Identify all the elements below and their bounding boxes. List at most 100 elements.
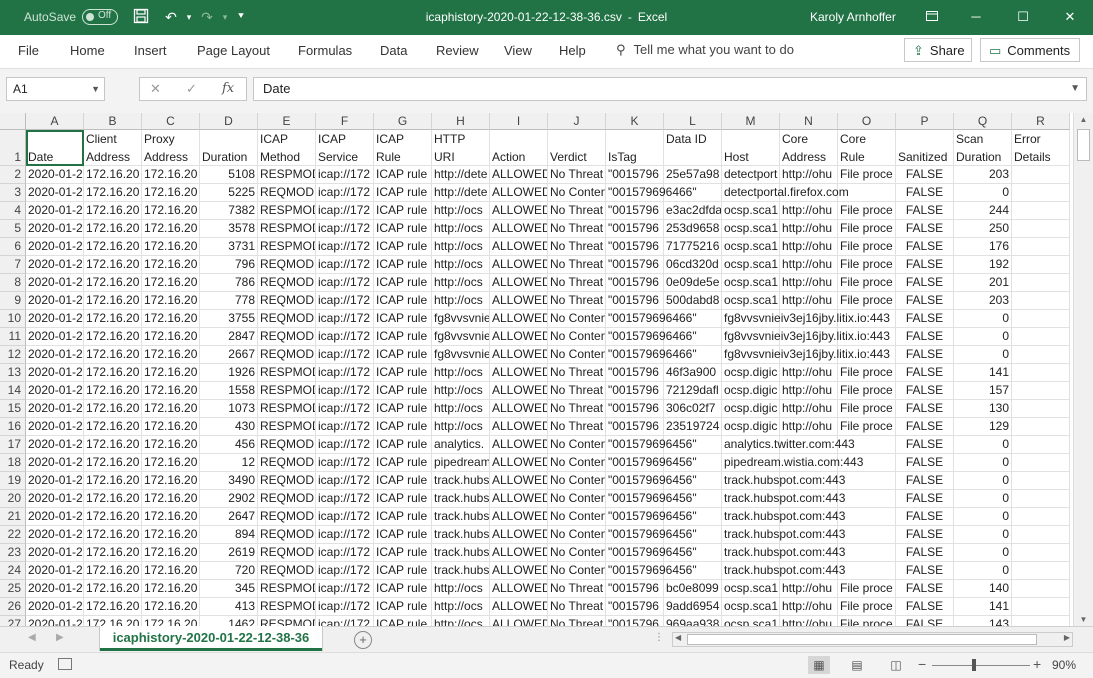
row-header[interactable]: 27 xyxy=(0,616,26,626)
table-cell[interactable]: icap://172 xyxy=(316,418,374,436)
table-cell[interactable]: File proce xyxy=(838,616,896,626)
table-cell[interactable] xyxy=(1012,184,1070,202)
table-cell[interactable]: FALSE xyxy=(896,238,954,256)
table-cell[interactable]: 172.16.20 xyxy=(84,166,142,184)
table-cell[interactable]: RESPMOD xyxy=(258,364,316,382)
select-all-corner[interactable] xyxy=(0,113,26,130)
table-cell[interactable]: FALSE xyxy=(896,472,954,490)
table-cell[interactable]: File proce xyxy=(838,580,896,598)
table-cell[interactable]: http://ohu xyxy=(780,580,838,598)
header-cell-h[interactable]: HTTP URI xyxy=(432,130,490,166)
table-cell[interactable]: 720 xyxy=(200,562,258,580)
table-cell[interactable]: 2020-01-2 xyxy=(26,490,84,508)
table-cell[interactable] xyxy=(1012,598,1070,616)
table-cell[interactable]: 0e09de5e xyxy=(664,274,722,292)
tell-me-box[interactable]: ⚲ Tell me what you want to do xyxy=(616,42,794,58)
horizontal-scrollbar[interactable]: ◀ ▶ xyxy=(672,632,1073,647)
table-cell[interactable] xyxy=(1012,238,1070,256)
table-cell[interactable] xyxy=(1012,292,1070,310)
table-cell[interactable]: ICAP rule xyxy=(374,202,432,220)
table-cell[interactable]: FALSE xyxy=(896,490,954,508)
header-cell-p[interactable]: Sanitized xyxy=(896,130,954,166)
table-cell[interactable]: "0015796 xyxy=(606,274,664,292)
table-cell[interactable]: ALLOWED xyxy=(490,364,548,382)
table-cell[interactable] xyxy=(1012,220,1070,238)
column-header-q[interactable]: Q xyxy=(954,113,1012,130)
table-cell[interactable]: 140 xyxy=(954,580,1012,598)
header-cell-c[interactable]: Proxy Address xyxy=(142,130,200,166)
table-cell[interactable]: 5108 xyxy=(200,166,258,184)
scroll-down-icon[interactable]: ▼ xyxy=(1074,615,1093,624)
table-cell[interactable]: pipedream xyxy=(432,454,490,472)
table-cell[interactable]: No Conten xyxy=(548,184,606,202)
table-cell[interactable]: 201 xyxy=(954,274,1012,292)
vertical-scrollbar[interactable]: ▲ ▼ xyxy=(1073,113,1093,626)
row-header[interactable]: 4 xyxy=(0,202,26,220)
table-cell[interactable] xyxy=(838,526,896,544)
table-cell[interactable]: FALSE xyxy=(896,526,954,544)
table-cell[interactable]: ALLOWED xyxy=(490,166,548,184)
table-cell[interactable]: FALSE xyxy=(896,580,954,598)
table-cell[interactable]: RESPMOD xyxy=(258,220,316,238)
table-cell[interactable]: 172.16.20 xyxy=(142,454,200,472)
table-cell[interactable]: ocsp.sca1 xyxy=(722,238,780,256)
row-header[interactable]: 2 xyxy=(0,166,26,184)
table-cell[interactable]: ICAP rule xyxy=(374,364,432,382)
table-cell[interactable]: icap://172 xyxy=(316,364,374,382)
page-break-view-icon[interactable]: ◫ xyxy=(885,656,907,674)
table-cell[interactable]: FALSE xyxy=(896,274,954,292)
table-cell[interactable]: http://ocs xyxy=(432,292,490,310)
table-cell[interactable] xyxy=(1012,454,1070,472)
table-cell[interactable]: 786 xyxy=(200,274,258,292)
table-cell[interactable]: 172.16.20 xyxy=(142,364,200,382)
table-cell[interactable]: 0 xyxy=(954,436,1012,454)
table-cell[interactable]: http://ocs xyxy=(432,418,490,436)
table-cell[interactable]: 25e57a98 xyxy=(664,166,722,184)
column-header-o[interactable]: O xyxy=(838,113,896,130)
table-cell[interactable]: 172.16.20 xyxy=(142,400,200,418)
table-cell[interactable]: 9add6954 xyxy=(664,598,722,616)
table-cell[interactable]: track.hubs xyxy=(432,472,490,490)
table-cell[interactable]: ALLOWED xyxy=(490,544,548,562)
table-cell[interactable]: 192 xyxy=(954,256,1012,274)
table-cell[interactable]: ALLOWED xyxy=(490,328,548,346)
table-cell[interactable]: ICAP rule xyxy=(374,472,432,490)
table-cell[interactable]: 172.16.20 xyxy=(84,508,142,526)
table-cell[interactable]: REQMOD xyxy=(258,256,316,274)
table-cell[interactable]: RESPMOD xyxy=(258,580,316,598)
page-layout-view-icon[interactable]: ▤ xyxy=(846,656,868,674)
table-cell[interactable]: icap://172 xyxy=(316,508,374,526)
table-cell[interactable]: icap://172 xyxy=(316,346,374,364)
table-cell[interactable]: "0015796 xyxy=(606,580,664,598)
table-cell[interactable]: icap://172 xyxy=(316,616,374,626)
table-cell[interactable]: 2020-01-2 xyxy=(26,508,84,526)
scroll-right-icon[interactable]: ▶ xyxy=(1064,633,1070,642)
table-cell[interactable]: http://dete xyxy=(432,184,490,202)
table-cell[interactable]: icap://172 xyxy=(316,274,374,292)
table-cell[interactable]: FALSE xyxy=(896,382,954,400)
table-cell[interactable]: 3578 xyxy=(200,220,258,238)
table-cell[interactable]: ICAP rule xyxy=(374,328,432,346)
table-cell[interactable]: RESPMOD xyxy=(258,400,316,418)
table-cell[interactable]: "0015796 xyxy=(606,400,664,418)
table-cell[interactable]: icap://172 xyxy=(316,310,374,328)
table-cell[interactable]: "0015796 xyxy=(606,220,664,238)
table-cell[interactable]: 157 xyxy=(954,382,1012,400)
column-header-n[interactable]: N xyxy=(780,113,838,130)
table-cell[interactable]: icap://172 xyxy=(316,382,374,400)
table-cell[interactable]: 2020-01-2 xyxy=(26,436,84,454)
table-cell[interactable]: REQMOD xyxy=(258,472,316,490)
table-cell[interactable]: http://ohu xyxy=(780,400,838,418)
table-cell[interactable]: 172.16.20 xyxy=(142,436,200,454)
table-cell[interactable] xyxy=(1012,418,1070,436)
table-cell[interactable]: 2020-01-2 xyxy=(26,274,84,292)
table-cell[interactable]: 172.16.20 xyxy=(84,454,142,472)
table-cell[interactable]: File proce xyxy=(838,238,896,256)
table-cell[interactable]: REQMOD xyxy=(258,454,316,472)
table-cell[interactable]: http://ocs xyxy=(432,256,490,274)
table-cell[interactable]: ICAP rule xyxy=(374,580,432,598)
table-cell[interactable]: fg8vvsvnie xyxy=(432,310,490,328)
column-header-l[interactable]: L xyxy=(664,113,722,130)
table-cell[interactable]: http://ohu xyxy=(780,616,838,626)
table-cell[interactable]: 172.16.20 xyxy=(142,382,200,400)
